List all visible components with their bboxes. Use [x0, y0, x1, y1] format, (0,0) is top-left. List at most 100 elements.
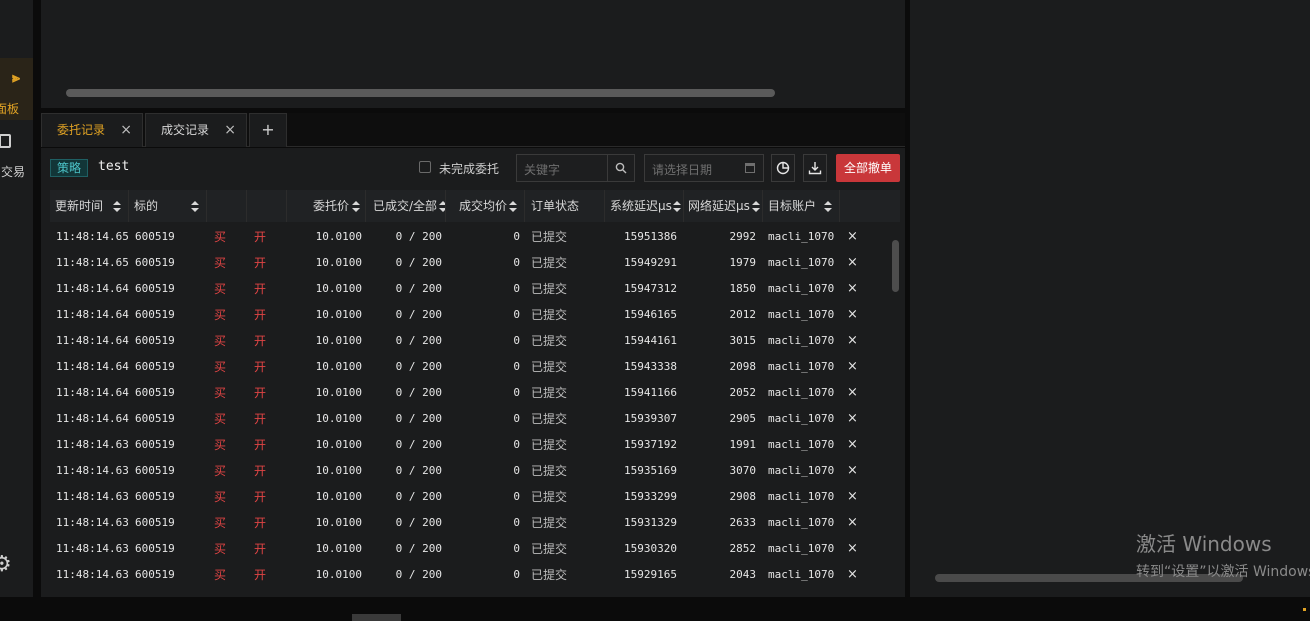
cell-update-time: 11:48:14.64 — [56, 282, 129, 295]
cell-update-time: 11:48:14.63 — [56, 542, 129, 555]
cell-symbol: 600519 — [135, 464, 175, 477]
cell-network-latency: 2052 — [729, 386, 757, 399]
column-header[interactable]: 网络延迟μs — [684, 190, 763, 222]
search-button[interactable] — [607, 155, 634, 181]
cell-avg-price: 0 — [513, 230, 520, 243]
keyword-search-input[interactable]: 关键字 — [516, 154, 635, 182]
cancel-all-button[interactable]: 全部撤单 — [836, 154, 900, 182]
cell-account: macli_1070 — [768, 386, 835, 399]
cell-avg-price: 0 — [513, 256, 520, 269]
sidebar-item-trade[interactable]: 交易 — [0, 128, 33, 183]
table-row[interactable]: 11:48:14.63 600519 买 开 10.0100 0 / 200 0 已提交 159… — [50, 562, 890, 588]
tab-bar: 委托记录 × 成交记录 × + — [41, 113, 905, 147]
table-row[interactable]: 11:48:14.63 600519 买 开 10.0100 0 / 200 0 已提交 159… — [50, 536, 890, 562]
table-row[interactable]: 11:48:14.64 600519 买 开 10.0100 0 / 200 0 已提交 159… — [50, 354, 890, 380]
chart-button[interactable] — [771, 154, 795, 182]
cell-status: 已提交 — [531, 568, 568, 582]
sort-icon[interactable] — [752, 201, 760, 213]
cancel-order-icon[interactable]: × — [847, 328, 861, 354]
cell-filled: 0 / 200 — [395, 516, 442, 529]
cancel-order-icon[interactable]: × — [847, 510, 861, 536]
unfinished-label[interactable]: 未完成委托 — [439, 160, 499, 177]
add-tab-button[interactable]: + — [249, 113, 287, 147]
column-label: 系统延迟μs — [610, 199, 672, 213]
cell-offset: 开 — [254, 438, 267, 452]
cell-account: macli_1070 — [768, 516, 835, 529]
column-header[interactable]: 标的 — [129, 190, 207, 222]
sort-icon[interactable] — [824, 201, 832, 213]
table-row[interactable]: 11:48:14.65 600519 买 开 10.0100 0 / 200 0 已提交 159… — [50, 250, 890, 276]
cancel-order-icon[interactable]: × — [847, 380, 861, 406]
cell-filled: 0 / 200 — [395, 542, 442, 555]
table-row[interactable]: 11:48:14.64 600519 买 开 10.0100 0 / 200 0 已提交 159… — [50, 380, 890, 406]
table-row[interactable]: 11:48:14.64 600519 买 开 10.0100 0 / 200 0 已提交 159… — [50, 276, 890, 302]
sort-icon[interactable] — [673, 201, 681, 213]
tab-orders[interactable]: 委托记录 × — [41, 113, 143, 147]
table-row[interactable]: 11:48:14.63 600519 买 开 10.0100 0 / 200 0 已提交 159… — [50, 432, 890, 458]
cell-update-time: 11:48:14.64 — [56, 360, 129, 373]
column-header[interactable]: 系统延迟μs — [605, 190, 684, 222]
table-row[interactable]: 11:48:14.63 600519 买 开 10.0100 0 / 200 0 已提交 159… — [50, 510, 890, 536]
date-picker[interactable]: 请选择日期 — [644, 154, 764, 182]
cell-network-latency: 2043 — [729, 568, 757, 581]
table-row[interactable]: 11:48:14.65 600519 买 开 10.0100 0 / 200 0 已提交 159… — [50, 224, 890, 250]
sort-icon[interactable] — [439, 201, 445, 213]
tab-trades[interactable]: 成交记录 × — [145, 113, 247, 147]
sort-icon[interactable] — [509, 201, 517, 213]
cell-offset: 开 — [254, 412, 267, 426]
download-button[interactable] — [803, 154, 827, 182]
cancel-order-icon[interactable]: × — [847, 406, 861, 432]
table-row[interactable]: 11:48:14.63 600519 买 开 10.0100 0 / 200 0 已提交 159… — [50, 458, 890, 484]
cancel-order-icon[interactable]: × — [847, 562, 861, 588]
table-row[interactable]: 11:48:14.63 600519 买 开 10.0100 0 / 200 0 已提交 159… — [50, 484, 890, 510]
column-header[interactable]: 成交均价 — [446, 190, 525, 222]
column-header[interactable]: 目标账户 — [763, 190, 840, 222]
cancel-order-icon[interactable]: × — [847, 458, 861, 484]
sort-icon[interactable] — [191, 201, 199, 213]
cell-filled: 0 / 200 — [395, 308, 442, 321]
cancel-order-icon[interactable]: × — [847, 224, 861, 250]
cell-offset: 开 — [254, 568, 267, 582]
cancel-order-icon[interactable]: × — [847, 302, 861, 328]
close-icon[interactable]: × — [120, 114, 132, 146]
table-row[interactable]: 11:48:14.64 600519 买 开 10.0100 0 / 200 0 已提交 159… — [50, 302, 890, 328]
cell-side: 买 — [214, 282, 227, 296]
cancel-order-icon[interactable]: × — [847, 276, 861, 302]
unfinished-checkbox[interactable] — [419, 161, 431, 173]
table-row[interactable]: 11:48:14.64 600519 买 开 10.0100 0 / 200 0 已提交 159… — [50, 328, 890, 354]
cancel-order-icon[interactable]: × — [847, 250, 861, 276]
column-label: 订单状态 — [531, 199, 580, 213]
gear-icon[interactable]: ⚙ — [0, 552, 12, 577]
horizontal-scrollbar[interactable] — [66, 89, 775, 97]
cancel-order-icon[interactable]: × — [847, 432, 861, 458]
table-row[interactable]: 11:48:14.64 600519 买 开 10.0100 0 / 200 0 已提交 159… — [50, 406, 890, 432]
cell-system-latency: 15946165 — [624, 308, 677, 321]
cell-status: 已提交 — [531, 308, 568, 322]
cell-symbol: 600519 — [135, 230, 175, 243]
cancel-order-icon[interactable]: × — [847, 536, 861, 562]
sidebar-item-panel[interactable]: ⫸ 面板 — [0, 58, 33, 120]
cell-network-latency: 1979 — [729, 256, 757, 269]
cell-filled: 0 / 200 — [395, 412, 442, 425]
cell-price: 10.0100 — [315, 308, 362, 321]
cell-symbol: 600519 — [135, 542, 175, 555]
orders-table-body: 11:48:14.65 600519 买开 10.0100 0 / 200 0 已提交 159… — [50, 224, 890, 590]
taskbar-item[interactable] — [352, 614, 401, 621]
sort-icon[interactable] — [113, 201, 121, 213]
cell-filled: 0 / 200 — [395, 568, 442, 581]
cell-system-latency: 15941166 — [624, 386, 677, 399]
close-icon[interactable]: × — [224, 114, 236, 146]
cell-price: 10.0100 — [315, 464, 362, 477]
vertical-scrollbar[interactable] — [892, 240, 899, 292]
watermark-title: 激活 Windows — [1136, 532, 1272, 556]
cell-symbol: 600519 — [135, 308, 175, 321]
cancel-order-icon[interactable]: × — [847, 484, 861, 510]
column-header[interactable]: 已成交/全部 — [366, 190, 446, 222]
column-header[interactable]: 更新时间 — [50, 190, 129, 222]
cell-system-latency: 15943338 — [624, 360, 677, 373]
cell-system-latency: 15939307 — [624, 412, 677, 425]
column-header[interactable]: 委托价 — [287, 190, 366, 222]
cancel-order-icon[interactable]: × — [847, 354, 861, 380]
cell-side: 买 — [214, 386, 227, 400]
sort-icon[interactable] — [352, 201, 360, 213]
